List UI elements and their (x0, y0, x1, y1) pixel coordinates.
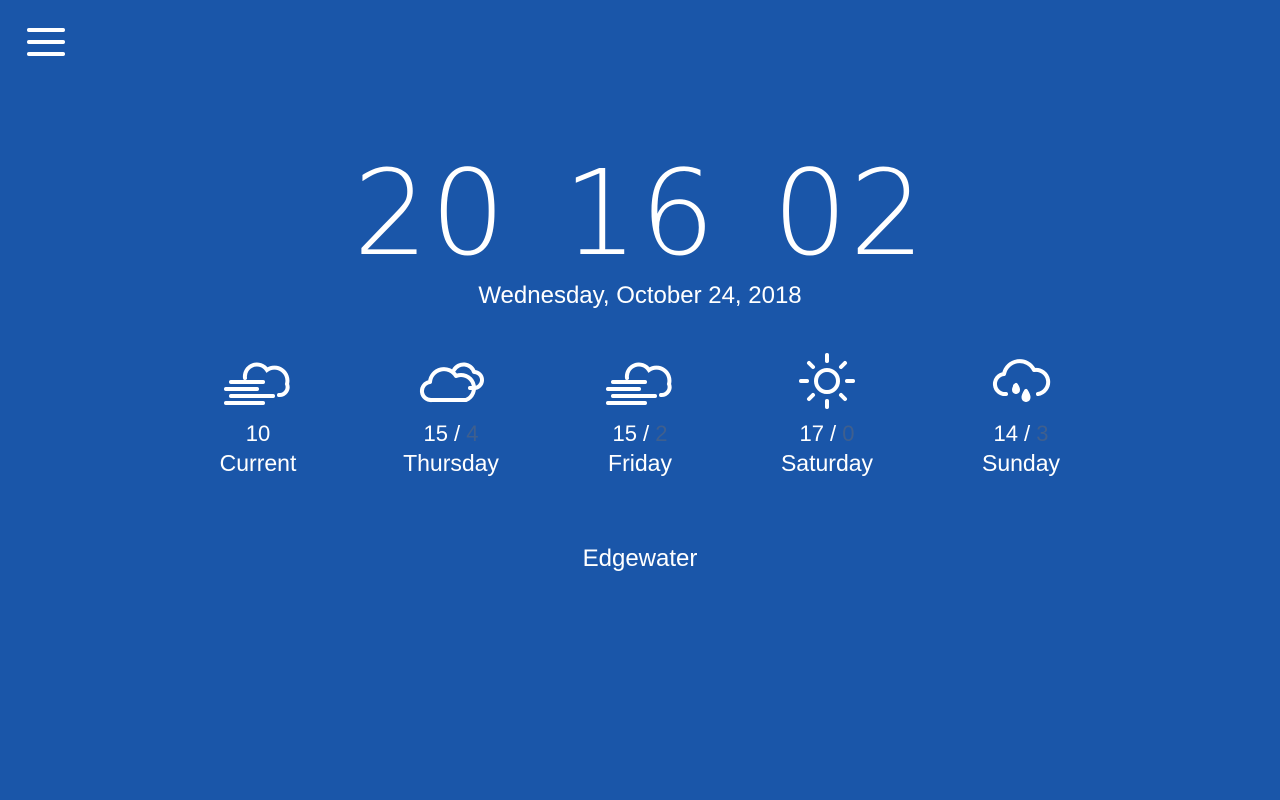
temp-separator: / (636, 421, 656, 446)
fog-cloud-icon (606, 362, 672, 405)
sun-icon (799, 353, 855, 409)
rain-cloud-icon (993, 359, 1051, 402)
high-temp: 15 (423, 421, 448, 446)
low-temp: 0 (842, 421, 855, 446)
temperature: 15 / 2 (560, 420, 720, 448)
hamburger-menu-icon (27, 40, 65, 44)
clock-minutes: 16 (562, 144, 718, 282)
menu-button[interactable] (27, 28, 65, 58)
high-temp: 14 (993, 421, 1018, 446)
temperature: 17 / 0 (747, 420, 907, 448)
temperature: 10 (178, 420, 338, 448)
forecast-item-sunday: 14 / 3 Sunday (941, 350, 1101, 478)
temperature: 15 / 4 (371, 420, 531, 448)
temp-separator: / (447, 421, 467, 446)
high-temp: 17 (799, 421, 824, 446)
low-temp: 2 (655, 421, 668, 446)
day-label: Thursday (403, 450, 499, 476)
low-temp: 4 (466, 421, 479, 446)
hamburger-menu-icon (27, 28, 65, 32)
forecast-item-thursday: 15 / 4 Thursday (371, 350, 531, 478)
hamburger-menu-icon (27, 52, 65, 56)
forecast-item-saturday: 17 / 0 Saturday (747, 350, 907, 478)
high-temp: 10 (245, 421, 271, 446)
clouds-icon (420, 362, 484, 403)
clock-seconds: 02 (772, 144, 927, 282)
day-label: Friday (608, 450, 672, 476)
day-label: Saturday (780, 450, 874, 476)
forecast-item-friday: 15 / 2 Friday (560, 350, 720, 478)
temp-separator: / (1017, 421, 1037, 446)
temperature: 14 / 3 (941, 420, 1101, 448)
clock: 20 16 02 (0, 148, 1280, 278)
temp-separator: / (823, 421, 843, 446)
date-display: Wednesday, October 24, 2018 (478, 282, 802, 309)
location-label: Edgewater (582, 545, 698, 572)
low-temp: 3 (1036, 421, 1049, 446)
day-label: Sunday (981, 450, 1060, 476)
high-temp: 15 (612, 421, 637, 446)
fog-cloud-icon (224, 362, 290, 405)
day-label: Current (219, 450, 297, 476)
forecast-item-current: 10 Current (178, 350, 338, 478)
clock-hours: 20 (353, 144, 508, 282)
